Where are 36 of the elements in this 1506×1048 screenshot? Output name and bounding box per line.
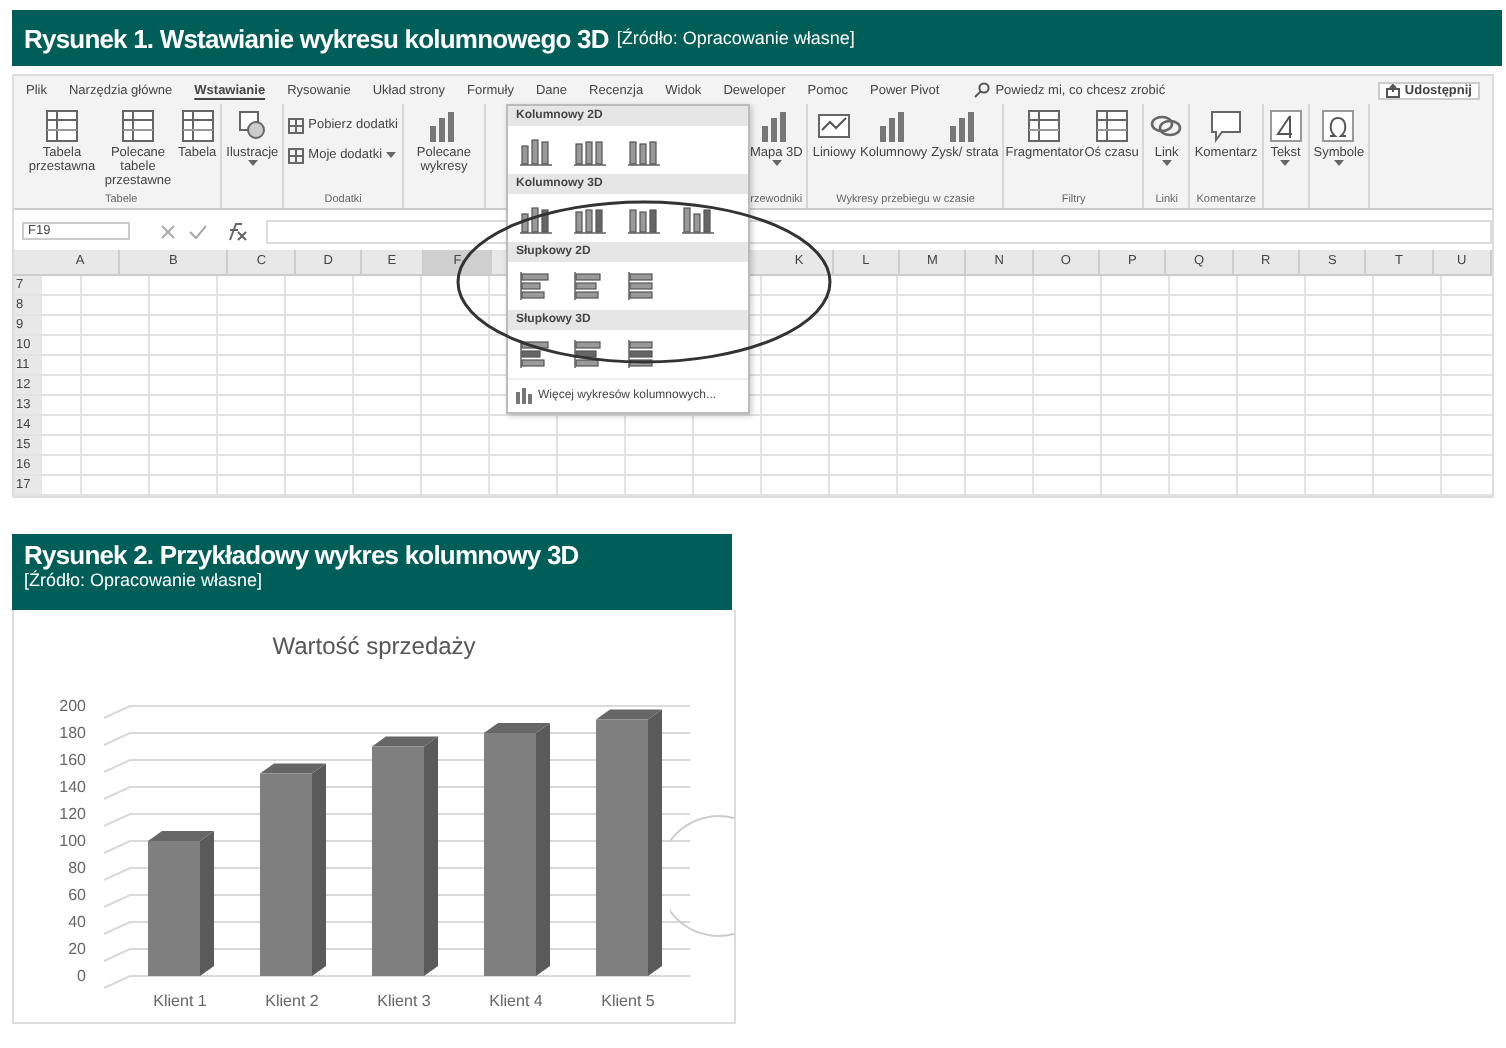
category-label: Klient 5 <box>601 992 655 1010</box>
caret-icon <box>771 160 782 167</box>
axis-tick-label: 180 <box>59 724 86 742</box>
axis-tick-label: 160 <box>59 751 86 769</box>
axis-tick-label: 80 <box>68 859 86 877</box>
axis-tick-label: 120 <box>59 805 86 823</box>
caret-icon <box>386 152 397 158</box>
category-label: Klient 3 <box>377 992 431 1010</box>
search-icon <box>973 82 990 98</box>
column-chart-icon <box>516 388 532 404</box>
caret-icon <box>247 160 258 167</box>
figure-source: [Źródło: Opracowanie własne] <box>24 570 265 590</box>
axis-tick-label: 20 <box>68 940 86 958</box>
circle-outline <box>670 812 734 940</box>
grid-icon <box>288 147 305 163</box>
figure-caption: Rysunek 2. Przykładowy wykres kolumnowy 3D <box>24 540 581 570</box>
axis-tick-label: 140 <box>59 778 86 796</box>
axis-tick-label: 40 <box>68 913 86 931</box>
category-label: Klient 1 <box>153 992 207 1010</box>
chart-title: Wartość sprzedaży <box>272 632 476 660</box>
figure-caption: Rysunek 1. Wstawianie wykresu kolumnowego 3D <box>24 23 609 53</box>
caret-icon <box>1280 160 1291 167</box>
axis-tick-label: 200 <box>59 697 86 715</box>
caret-icon <box>1161 160 1172 167</box>
column-chart-icon[interactable] <box>518 134 554 166</box>
caret-icon <box>1333 160 1344 167</box>
figure-source: [Źródło: Opracowanie własne] <box>616 28 855 48</box>
column-chart-icon[interactable] <box>518 202 554 234</box>
axis-tick-label: 60 <box>68 886 86 904</box>
category-label: Klient 2 <box>265 992 319 1010</box>
category-label: Klient 4 <box>489 992 543 1010</box>
axis-tick-label: 0 <box>77 967 86 985</box>
grid-icon <box>288 117 305 133</box>
column-chart-icon[interactable] <box>680 202 716 234</box>
axis-tick-label: 100 <box>59 832 86 850</box>
share-icon <box>1386 83 1401 97</box>
